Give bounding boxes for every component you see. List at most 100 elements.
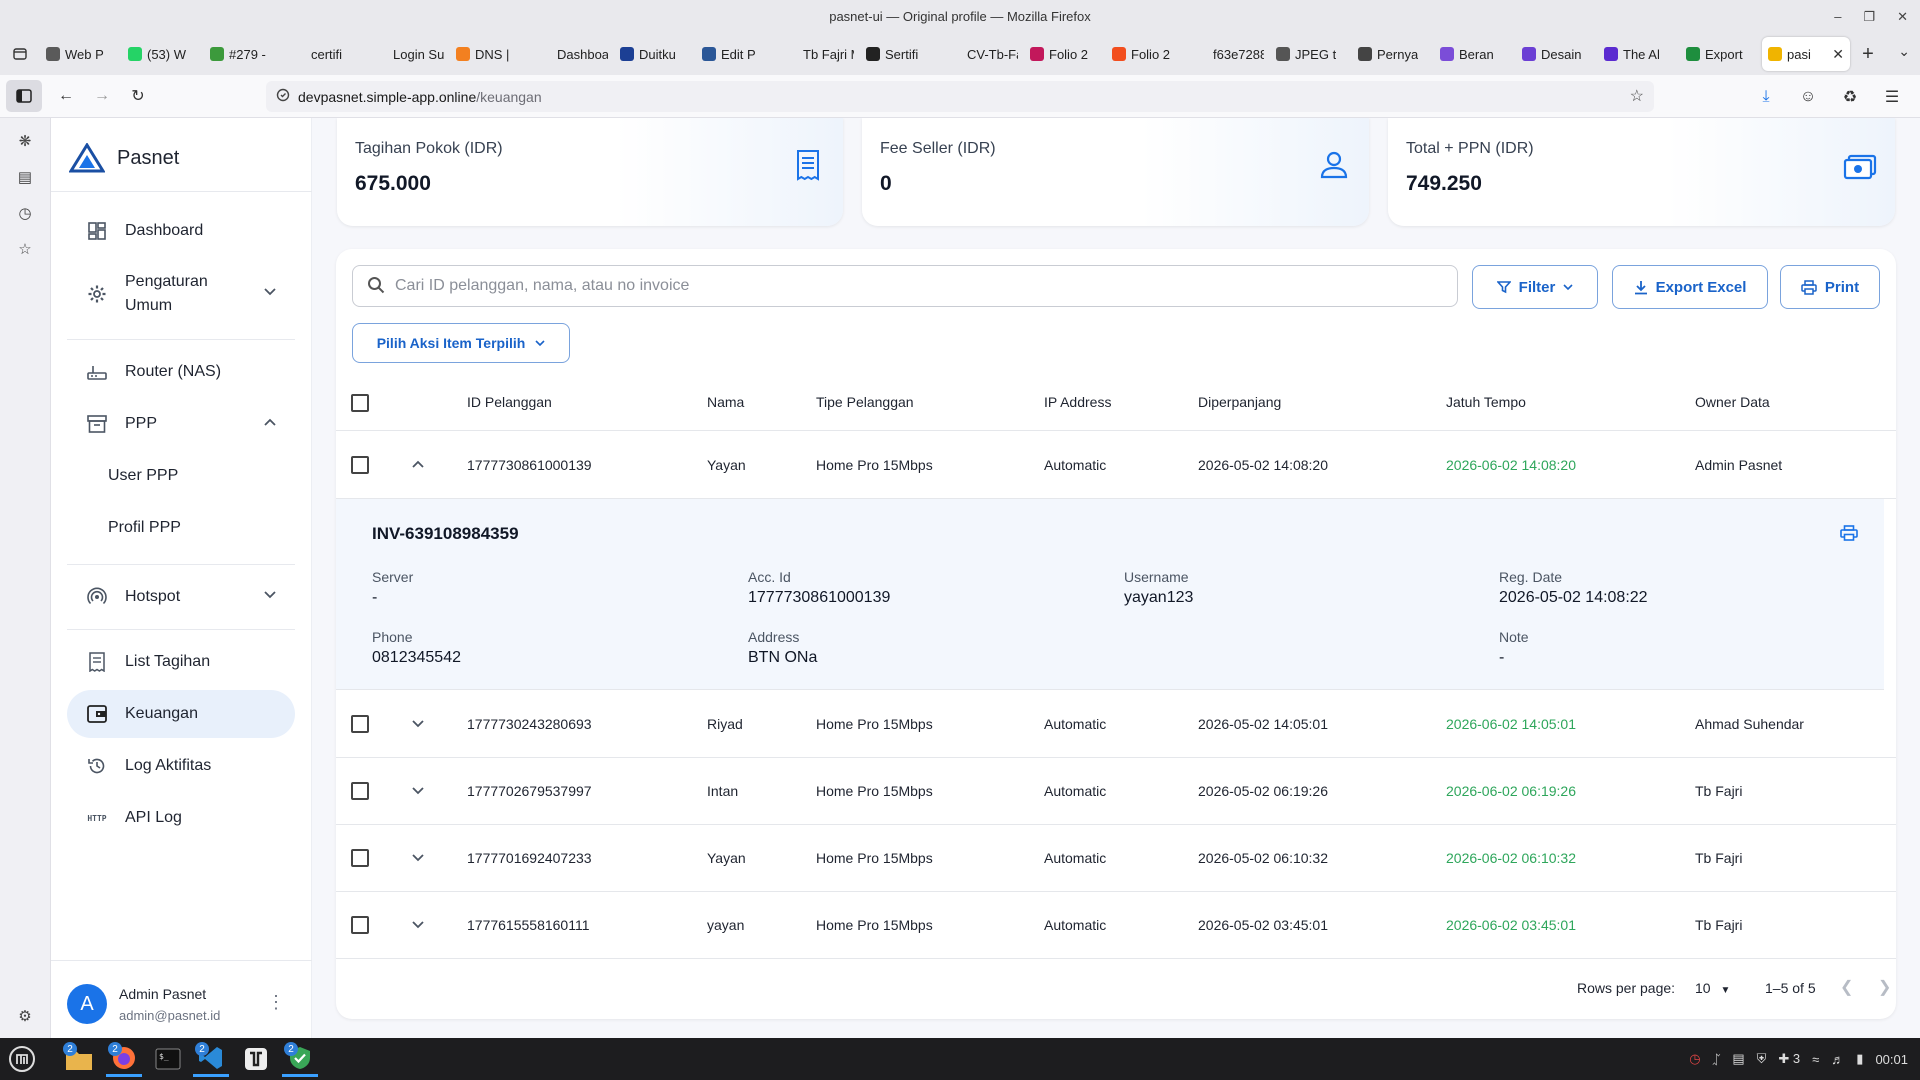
filter-button[interactable]: Filter — [1472, 265, 1598, 309]
account-icon[interactable]: ☺ — [1790, 81, 1826, 113]
row-checkbox[interactable] — [351, 916, 369, 934]
clock[interactable]: 00:01 — [1875, 1052, 1908, 1067]
sidebar-item-user-ppp[interactable]: User PPP — [108, 456, 178, 496]
column-header[interactable]: Diperpanjang — [1198, 394, 1281, 410]
minimize-button[interactable]: – — [1834, 9, 1841, 24]
table-row[interactable]: 1777615558160111 yayan Home Pro 15Mbps A… — [336, 892, 1896, 959]
url-bar[interactable]: devpasnet.simple-app.online/keuangan ☆ — [266, 81, 1654, 112]
firefox-view-icon[interactable] — [0, 33, 40, 75]
vscode-icon[interactable]: 2 — [193, 1041, 229, 1077]
browser-tab[interactable]: Sertifi — [860, 37, 942, 71]
back-icon[interactable]: ← — [48, 80, 84, 112]
browser-tab[interactable]: Edit P — [696, 37, 778, 71]
browser-tab[interactable]: certifi — [286, 37, 368, 71]
row-checkbox[interactable] — [351, 715, 369, 733]
sidebar-item-hotspot[interactable]: Hotspot — [67, 573, 295, 621]
row-checkbox[interactable] — [351, 849, 369, 867]
browser-tab[interactable]: Beran — [1434, 37, 1516, 71]
sidebar-item-dashboard[interactable]: Dashboard — [67, 207, 295, 255]
browser-tab[interactable]: CV-Tb-Faj — [942, 37, 1024, 71]
column-header[interactable]: Tipe Pelanggan — [816, 394, 914, 410]
sidebar-item-api-log[interactable]: HTTP API Log — [67, 794, 295, 842]
terminal-icon[interactable]: $_ — [150, 1041, 186, 1077]
table-row[interactable]: 1777730861000139 Yayan Home Pro 15Mbps A… — [336, 432, 1896, 499]
table-row[interactable]: 1777702679537997 Intan Home Pro 15Mbps A… — [336, 758, 1896, 825]
row-checkbox[interactable] — [351, 782, 369, 800]
menu-icon[interactable]: ☰ — [1874, 81, 1910, 113]
close-tab-icon[interactable]: ✕ — [1832, 46, 1844, 63]
sidebar-item-log-aktifitas[interactable]: Log Aktifitas — [67, 742, 295, 790]
firefox-icon[interactable]: 2 — [106, 1041, 142, 1077]
chevron-down-icon[interactable] — [408, 847, 428, 867]
next-page-icon[interactable]: ❯ — [1878, 977, 1891, 997]
browser-tab[interactable]: Pernya — [1352, 37, 1434, 71]
history-icon[interactable]: ◷ — [14, 202, 36, 224]
column-header[interactable]: Nama — [707, 394, 744, 410]
more-options-icon[interactable]: ⋮ — [267, 992, 285, 1013]
column-header[interactable]: Jatuh Tempo — [1446, 394, 1526, 410]
browser-tab[interactable]: Web P — [40, 37, 122, 71]
volume-icon[interactable]: ♬ — [1831, 1052, 1844, 1067]
wifi-icon[interactable]: ≈ — [1812, 1052, 1819, 1067]
battery-icon[interactable]: ▮ — [1856, 1051, 1863, 1067]
clipboard-icon[interactable]: ▤ — [1732, 1051, 1744, 1067]
bluetooth-icon[interactable]: ᛢ — [1713, 1052, 1721, 1067]
sidebar-item-ppp[interactable]: PPP — [67, 400, 295, 448]
sidebar-toggle-icon[interactable] — [6, 80, 42, 112]
start-menu-icon[interactable] — [4, 1041, 40, 1077]
browser-tab[interactable]: Dashboar — [532, 37, 614, 71]
clock-alert-icon[interactable]: ◷ — [1689, 1051, 1700, 1067]
synced-tabs-icon[interactable]: ▤ — [14, 166, 36, 188]
chevron-up-icon[interactable] — [408, 454, 428, 474]
browser-tab[interactable]: Export — [1680, 37, 1762, 71]
browser-tab[interactable]: Folio 2 — [1024, 37, 1106, 71]
column-header[interactable]: IP Address — [1044, 394, 1111, 410]
chevron-down-icon[interactable] — [408, 713, 428, 733]
chevron-down-icon[interactable] — [408, 780, 428, 800]
site-info-icon[interactable] — [276, 88, 290, 105]
search-field[interactable] — [352, 265, 1458, 307]
app-icon[interactable] — [238, 1041, 274, 1077]
reload-icon[interactable]: ↻ — [120, 80, 156, 112]
browser-tab[interactable]: Login Sup — [368, 37, 450, 71]
table-row[interactable]: 1777730243280693 Riyad Home Pro 15Mbps A… — [336, 691, 1896, 758]
table-row[interactable]: 1777701692407233 Yayan Home Pro 15Mbps A… — [336, 825, 1896, 892]
sidebar-item-keuangan[interactable]: Keuangan — [67, 690, 295, 738]
select-all-checkbox[interactable] — [351, 394, 369, 412]
browser-tab[interactable]: Tb Fajri M — [778, 37, 860, 71]
close-window-button[interactable]: ✕ — [1897, 9, 1908, 25]
browser-tab[interactable]: (53) W — [122, 37, 204, 71]
tab-active[interactable]: pasi ✕ — [1762, 37, 1850, 71]
ai-chatbot-icon[interactable]: ❋ — [14, 130, 36, 152]
shield-icon[interactable]: ⛨ — [1757, 1051, 1767, 1067]
browser-tab[interactable]: The Al — [1598, 37, 1680, 71]
vpn-shield-icon[interactable]: 2 — [282, 1041, 318, 1077]
row-checkbox[interactable] — [351, 456, 369, 474]
update-icon[interactable]: ✚ 3 — [1778, 1051, 1800, 1067]
print-button[interactable]: Print — [1780, 265, 1880, 309]
browser-tab[interactable]: #279 - — [204, 37, 286, 71]
browser-tab[interactable]: Duitku — [614, 37, 696, 71]
tab-list-chevron-icon[interactable]: ⌄ — [1898, 43, 1910, 60]
maximize-button[interactable]: ❐ — [1863, 9, 1875, 25]
previous-page-icon[interactable]: ❮ — [1840, 977, 1853, 997]
sidebar-item-pengaturan-umum[interactable]: Pengaturan Umum — [67, 264, 295, 324]
export-excel-button[interactable]: Export Excel — [1612, 265, 1768, 309]
browser-tab[interactable]: f63e7288 — [1188, 37, 1270, 71]
printer-icon[interactable] — [1840, 525, 1858, 541]
new-tab-button[interactable]: + — [1850, 43, 1886, 66]
browser-tab[interactable]: Folio 2 — [1106, 37, 1188, 71]
downloads-icon[interactable]: ⤓ — [1748, 81, 1784, 113]
browser-tab[interactable]: JPEG t — [1270, 37, 1352, 71]
bulk-action-button[interactable]: Pilih Aksi Item Terpilih — [352, 323, 570, 363]
chevron-down-icon[interactable] — [408, 914, 428, 934]
rows-per-page-select[interactable]: 10 ▼ — [1695, 980, 1730, 996]
customize-sidebar-icon[interactable]: ⚙ — [14, 1005, 36, 1027]
bookmarks-icon[interactable]: ☆ — [14, 238, 36, 260]
column-header[interactable]: Owner Data — [1695, 394, 1770, 410]
sidebar-item-router-nas[interactable]: Router (NAS) — [67, 348, 295, 396]
sidebar-item-profil-ppp[interactable]: Profil PPP — [108, 508, 181, 548]
extensions-icon[interactable]: ♻ — [1832, 81, 1868, 113]
sidebar-item-list-tagihan[interactable]: List Tagihan — [67, 638, 295, 686]
file-manager-icon[interactable]: 2 — [61, 1041, 97, 1077]
